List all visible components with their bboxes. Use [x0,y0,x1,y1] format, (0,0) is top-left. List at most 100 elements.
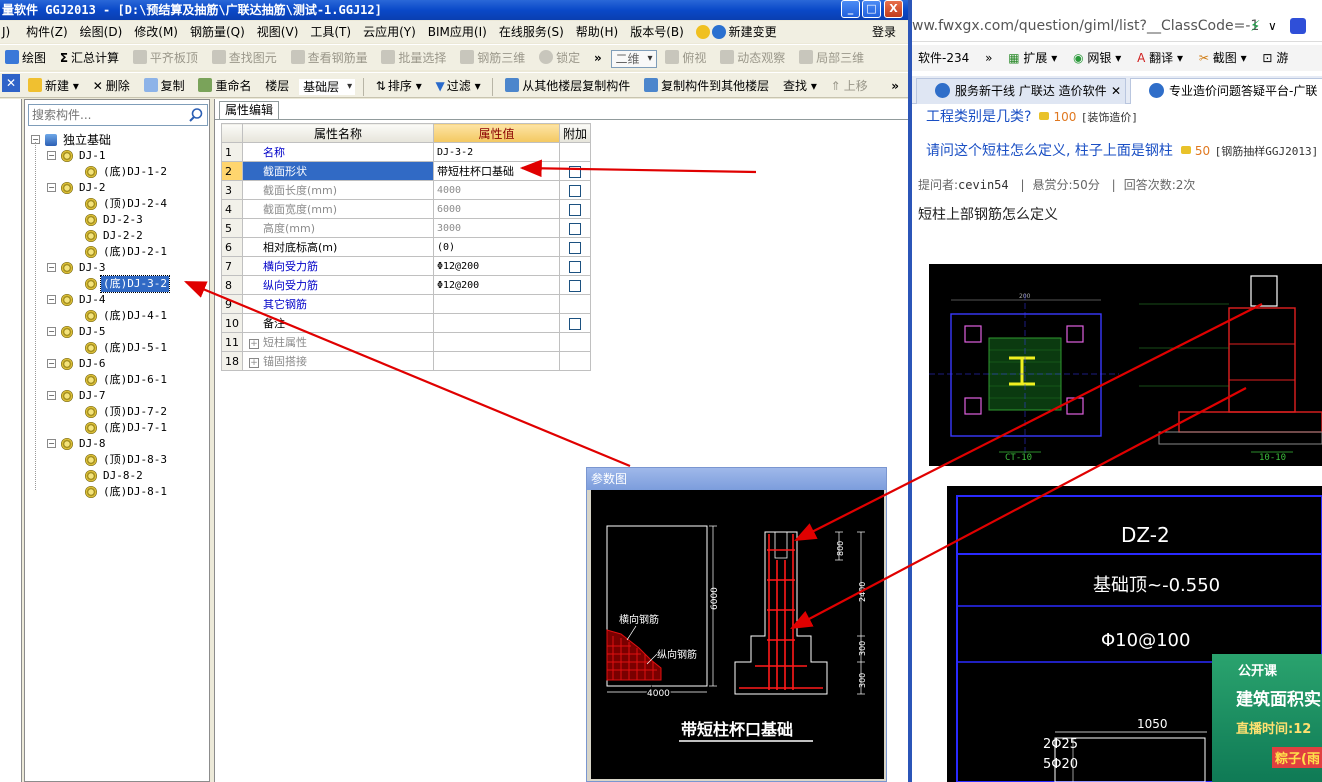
extra-checkbox[interactable] [569,203,581,216]
property-value[interactable]: 3000 [433,218,560,238]
property-row[interactable]: 18 + 锚固搭接 [221,351,592,371]
asker-name[interactable]: cevin54 [958,178,1009,192]
menu-item-prefix[interactable]: J) [0,21,16,43]
collapse-icon[interactable]: − [47,359,56,368]
menu-item-7[interactable]: BIM应用(I) [422,21,493,43]
bookmark-translate[interactable]: A 翻译 ▾ [1131,45,1189,71]
floor-select[interactable]: 基础层 [298,77,357,96]
copy-to-floor-button[interactable]: 复制构件到其他楼层 [639,73,774,97]
tree-group-item[interactable]: − DJ-7 [31,388,207,404]
draw-button[interactable]: 绘图 [0,45,51,70]
menu-item-3[interactable]: 钢筋量(Q) [184,21,251,43]
tree-group-item[interactable]: − DJ-1 [31,148,207,164]
maximize-button[interactable]: □ [862,0,881,18]
tree-leaf-item[interactable]: DJ-2-2 [31,228,207,244]
property-row[interactable]: 5 高度(mm) 3000 [221,218,592,238]
live-course-ad[interactable]: 公开课 建筑面积实 直播时间:12 粽子(雨 [1212,654,1322,782]
property-row[interactable]: 11 + 短柱属性 [221,332,592,352]
tab-service[interactable]: 服务新干线 广联达 造价软件 ✕ [916,78,1126,104]
menu-item-6[interactable]: 云应用(Y) [357,21,422,43]
find-element-button[interactable]: 查找图元 [207,45,282,70]
delete-button[interactable]: ✕ 删除 [88,73,135,97]
chevron-down-icon[interactable]: ∨ [1268,19,1277,33]
property-value[interactable]: 6000 [433,199,560,219]
menu-item-1[interactable]: 绘图(D) [74,21,129,43]
property-value[interactable]: Φ12@200 [433,256,560,276]
extra-checkbox[interactable] [569,317,581,330]
address-bar[interactable]: ww.fwxgx.com/question/giml/list?__ClassC… [912,14,1322,42]
paw-icon[interactable] [1290,18,1306,34]
property-row[interactable]: 3 截面长度(mm) 4000 [221,180,592,200]
close-button[interactable]: X [884,0,903,18]
tree-root-item[interactable]: − 独立基础 [31,132,207,148]
property-row[interactable]: 8 纵向受力筋 Φ12@200 [221,275,592,295]
bookmark-banking[interactable]: ◉ 网银 ▾ [1067,45,1127,71]
tab-close-icon[interactable]: ✕ [1111,79,1121,103]
tree-group-item[interactable]: − DJ-4 [31,292,207,308]
extra-checkbox[interactable] [569,279,581,292]
menu-item-8[interactable]: 在线服务(S) [493,21,570,43]
tree-group-item[interactable]: − DJ-2 [31,180,207,196]
property-value[interactable]: DJ-3-2 [433,142,560,162]
search-input[interactable] [29,105,179,125]
property-row[interactable]: 4 截面宽度(mm) 6000 [221,199,592,219]
lightning-icon[interactable]: ⚡ [1250,17,1261,35]
menu-item-5[interactable]: 工具(T) [304,21,357,43]
collapse-icon[interactable]: − [47,295,56,304]
question-link-1[interactable]: 工程类别是几类? 100 [装饰造价] [926,106,1138,126]
tree-leaf-item[interactable]: (底)DJ-3-2 [31,275,207,293]
find-button[interactable]: 查找 ▾ [778,73,822,97]
bookmark-extensions[interactable]: ▦ 扩展 ▾ [1002,45,1063,71]
menu-item-10[interactable]: 版本号(B) [624,21,690,43]
bookmark-software[interactable]: 软件-234 [912,45,975,71]
toolbar2-more-button[interactable]: » [886,73,904,97]
align-slab-top-button[interactable]: 平齐板顶 [128,45,203,70]
property-row[interactable]: 7 横向受力筋 Φ12@200 [221,256,592,276]
extra-checkbox[interactable] [569,260,581,273]
tree-leaf-item[interactable]: (底)DJ-6-1 [31,372,207,388]
bookmark-more-button[interactable]: » [979,45,998,71]
tree-leaf-item[interactable]: DJ-8-2 [31,468,207,484]
copy-from-floor-button[interactable]: 从其他楼层复制构件 [500,73,635,97]
extra-checkbox[interactable] [569,184,581,197]
bookmark-screenshot[interactable]: ✂ 截图 ▾ [1193,45,1253,71]
collapse-icon[interactable]: − [47,391,56,400]
menu-item-0[interactable]: 构件(Z) [20,21,74,43]
top-view-button[interactable]: 俯视 [660,45,711,70]
tree-group-item[interactable]: − DJ-3 [31,260,207,276]
url-text[interactable]: ww.fwxgx.com/question/giml/list?__ClassC… [912,18,1259,34]
reference-diagram-dialog[interactable]: 参数图 6000 4000 横向钢筋 纵向钢筋 800 2400 300 300… [586,467,887,782]
property-value[interactable]: 4000 [433,180,560,200]
rebar-3d-button[interactable]: 钢筋三维 [455,45,530,70]
property-row[interactable]: 1 名称 DJ-3-2 [221,142,592,162]
rename-button[interactable]: 重命名 [193,73,256,97]
tree-group-item[interactable]: − DJ-5 [31,324,207,340]
local-3d-button[interactable]: 局部三维 [794,45,869,70]
tree-leaf-item[interactable]: (底)DJ-7-1 [31,420,207,436]
menu-item-9[interactable]: 帮助(H) [570,21,624,43]
tree-leaf-item[interactable]: (底)DJ-4-1 [31,308,207,324]
tree-leaf-item[interactable]: (顶)DJ-8-3 [31,452,207,468]
tab-property-edit[interactable]: 属性编辑 [219,101,280,119]
batch-select-button[interactable]: 批量选择 [376,45,451,70]
property-value[interactable] [433,351,560,371]
login-link[interactable]: 登录 [866,21,902,43]
tree-leaf-item[interactable]: (底)DJ-1-2 [31,164,207,180]
property-value[interactable] [433,313,560,333]
close-icon[interactable]: ✕ [2,74,20,92]
summary-calc-button[interactable]: Σ 汇总计算 [55,45,124,70]
minimize-button[interactable]: _ [841,0,860,18]
filter-button[interactable]: ▼ 过滤 ▾ [431,73,486,97]
menu-item-4[interactable]: 视图(V) [251,21,305,43]
collapse-icon[interactable]: − [47,151,56,160]
tree-leaf-item[interactable]: (底)DJ-2-1 [31,244,207,260]
tree-leaf-item[interactable]: (顶)DJ-7-2 [31,404,207,420]
tab-qa-platform[interactable]: 专业造价问题答疑平台-广联 [1130,78,1322,104]
property-value[interactable]: (0) [433,237,560,257]
sort-button[interactable]: ⇅ 排序 ▾ [371,73,427,97]
view-mode-select[interactable]: 二维 [610,49,657,68]
move-up-button[interactable]: ⇑ 上移 [826,73,873,97]
tree-leaf-item[interactable]: (顶)DJ-2-4 [31,196,207,212]
property-row[interactable]: 9 其它钢筋 [221,294,592,314]
orbit-button[interactable]: 动态观察 [715,45,790,70]
